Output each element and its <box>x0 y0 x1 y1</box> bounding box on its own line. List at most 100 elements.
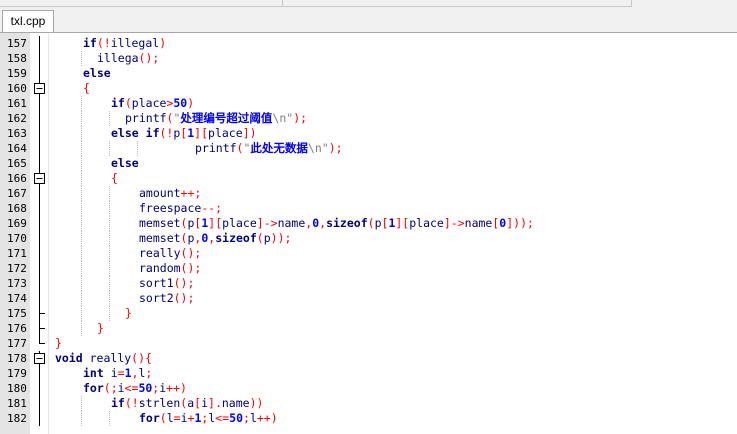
fold-line-icon <box>30 246 48 261</box>
code-line: 164 printf("此处无数据\n"); <box>0 141 737 156</box>
code-token: ][ <box>194 126 209 140</box>
indent-guide <box>109 276 110 291</box>
code-token: random <box>139 261 181 275</box>
code-text: illega(); <box>97 51 159 66</box>
fold-line-icon <box>30 186 48 201</box>
code-token: { <box>83 81 90 95</box>
code-token: memset <box>139 216 181 230</box>
code-text: for(;i<=50;i++) <box>83 381 187 396</box>
code-token: for <box>83 381 104 395</box>
code-line: 160 { <box>0 81 737 96</box>
code-token: ][ <box>395 216 410 230</box>
code-token: 处理编号超过阈值 <box>180 111 273 125</box>
code-token: l <box>166 411 174 425</box>
code-token: i <box>201 396 209 410</box>
code-line: 170 memset(p,0,sizeof(p)); <box>0 231 737 246</box>
fold-toggle-icon[interactable] <box>30 81 48 96</box>
code-token: ( <box>124 96 132 110</box>
indent-guide <box>109 411 110 426</box>
code-line: 169 memset(p[1][place]->name,0,sizeof(p[1… <box>0 216 737 231</box>
code-token: strlen <box>138 396 181 410</box>
code-token: } <box>55 336 62 350</box>
code-token: ) <box>159 36 167 50</box>
code-text: memset(p,0,sizeof(p)); <box>139 231 291 246</box>
line-number: 177 <box>7 337 27 350</box>
code-token: sort2 <box>139 291 174 305</box>
code-token: p <box>374 216 382 230</box>
code-text: else <box>83 66 111 81</box>
indent-guide <box>81 246 82 261</box>
line-number: 173 <box>7 277 27 290</box>
code-token: i <box>103 366 118 380</box>
line-number: 182 <box>7 412 27 425</box>
indent-guide <box>81 141 82 156</box>
code-token: i <box>117 381 125 395</box>
top-panel-left <box>0 0 283 7</box>
code-token: memset <box>139 231 181 245</box>
code-token: ]-> <box>443 216 465 230</box>
fold-line-icon <box>30 201 48 216</box>
code-line: 177} <box>0 336 737 351</box>
line-number: 180 <box>7 382 27 395</box>
code-editor[interactable]: 157 if(!illegal) 158 illega(); 159 else 160{16… <box>0 33 737 434</box>
indent-guide <box>81 111 82 126</box>
code-token: )); <box>270 231 292 245</box>
code-token: for <box>139 411 160 425</box>
code-token: 此处无数据 <box>250 141 308 155</box>
code-text: } <box>125 306 132 321</box>
code-text: else if(!p[1][place]) <box>111 126 257 141</box>
code-line: 173 sort1(); <box>0 276 737 291</box>
code-text: if(!strlen(a[i].name)) <box>111 396 263 411</box>
code-token: illega <box>97 51 139 65</box>
indent-guide <box>81 396 82 411</box>
code-line: 176} <box>0 321 737 336</box>
line-number: 179 <box>7 367 27 380</box>
code-token: ])); <box>506 216 534 230</box>
code-token: else <box>111 126 139 140</box>
indent-guide <box>81 321 82 336</box>
tab-txl-cpp[interactable]: txl.cpp <box>2 10 54 32</box>
code-token: sort1 <box>139 276 174 290</box>
indent-guide <box>81 411 82 426</box>
indent-guide <box>81 201 82 216</box>
window-top-strip <box>0 0 737 8</box>
line-number: 157 <box>7 37 27 50</box>
fold-line-icon <box>30 261 48 276</box>
fold-toggle-icon[interactable] <box>30 351 48 366</box>
indent-guide <box>109 261 110 276</box>
fold-line-icon <box>30 216 48 231</box>
line-number: 162 <box>7 112 27 125</box>
indent-guide <box>137 141 138 156</box>
indent-guide <box>109 306 110 321</box>
fold-line-icon <box>30 396 48 411</box>
line-number: 164 <box>7 142 27 155</box>
code-line: 161 if(place>50) <box>0 96 737 111</box>
code-text: printf("此处无数据\n"); <box>195 141 343 156</box>
code-token: void <box>55 351 83 365</box>
code-token: sizeof <box>326 216 368 230</box>
code-line: 158 illega(); <box>0 51 737 66</box>
code-token: if <box>111 396 125 410</box>
code-token: 50 <box>229 411 243 425</box>
line-number: 160 <box>7 82 27 95</box>
code-token: if <box>111 96 125 110</box>
code-token: printf <box>125 111 167 125</box>
indent-guide <box>81 261 82 276</box>
code-line: 180 for(;i<=50;i++) <box>0 381 737 396</box>
fold-line-icon <box>30 66 48 81</box>
fold-toggle-icon[interactable] <box>30 171 48 186</box>
code-token: ! <box>103 36 111 50</box>
code-token: } <box>125 306 132 320</box>
code-token: = <box>117 366 125 380</box>
code-token: ++; <box>180 186 202 200</box>
code-token: place <box>409 216 444 230</box>
code-text: { <box>83 81 90 96</box>
indent-guide <box>109 186 110 201</box>
code-text: if(place>50) <box>111 96 194 111</box>
code-token: { <box>111 171 118 185</box>
line-number: 163 <box>7 127 27 140</box>
code-token: ( <box>256 231 264 245</box>
code-line: 172 random(); <box>0 261 737 276</box>
code-token: name <box>277 216 306 230</box>
code-token: (; <box>103 381 118 395</box>
